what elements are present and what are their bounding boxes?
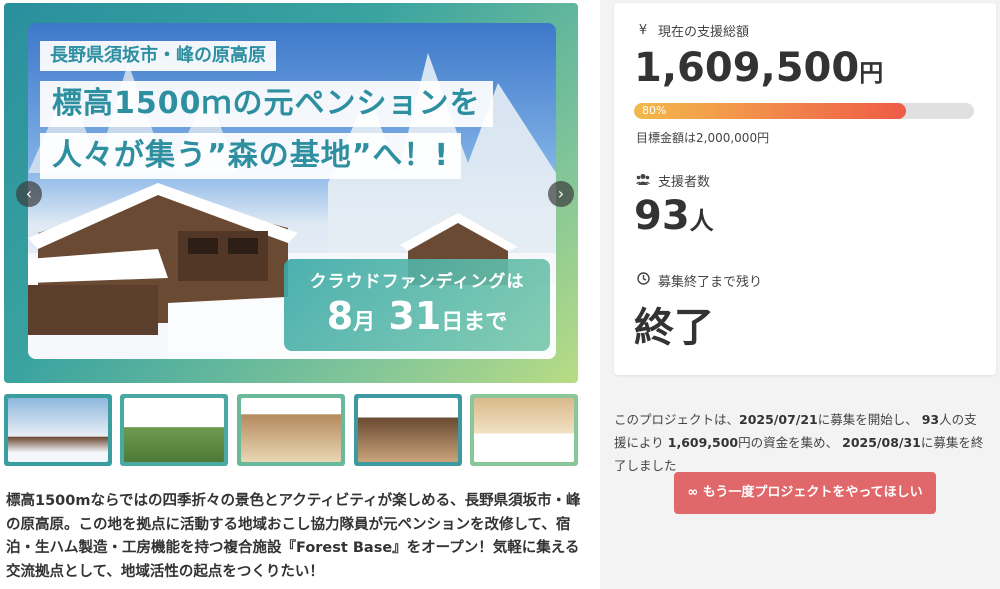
deadline-day-unit: 日まで xyxy=(441,310,508,335)
deadline-month-unit: 月 xyxy=(353,310,376,335)
funding-stats-panel: ¥ 現在の支援総額 1,609,500円 80% 目標金額は2,000,000円… xyxy=(614,3,996,375)
thumbnail-2[interactable] xyxy=(120,394,228,466)
thumbnail-5-image xyxy=(474,398,574,462)
request-again-label: もう一度プロジェクトをやってほしい xyxy=(702,485,923,500)
chevron-right-icon[interactable]: › xyxy=(548,181,574,207)
supporters-label-row: 支援者数 xyxy=(636,171,710,190)
hero-caption-location: 長野県須坂市・峰の原高原 xyxy=(40,41,276,71)
total-label: 現在の支援総額 xyxy=(658,25,750,40)
clock-icon xyxy=(636,272,650,289)
supporters-count-unit: 人 xyxy=(689,207,714,235)
summary-end-date: 2025/08/31 xyxy=(842,435,921,450)
project-main: 長野県須坂市・峰の原高原 標高1500ｍの元ペンションを 人々が集う”森の基地”… xyxy=(0,0,600,589)
total-label-row: ¥ 現在の支援総額 xyxy=(636,21,749,40)
thumbnail-1-image xyxy=(8,398,108,462)
progress-bar: 80% xyxy=(634,103,974,119)
total-amount: 1,609,500円 xyxy=(634,45,883,91)
chevron-left-icon[interactable]: ‹ xyxy=(16,181,42,207)
total-amount-value: 1,609,500 xyxy=(634,45,860,91)
thumbnail-3[interactable] xyxy=(237,394,345,466)
deadline-date: 8月 31日まで xyxy=(284,292,550,347)
thumbnail-2-image xyxy=(124,398,224,462)
thumbnail-3-image xyxy=(241,398,341,462)
remaining-label: 募集終了まで残り xyxy=(658,275,763,290)
hero-caption-headline-1: 標高1500ｍの元ペンションを xyxy=(40,81,493,127)
progress-bar-fill: 80% xyxy=(634,103,906,119)
thumbnail-strip xyxy=(4,394,578,466)
remaining-label-row: 募集終了まで残り xyxy=(636,271,762,290)
summary-text-1: このプロジェクトは、 xyxy=(614,412,740,427)
thumbnail-4[interactable] xyxy=(354,394,462,466)
deadline-day: 31 xyxy=(388,294,442,338)
yen-icon: ¥ xyxy=(638,23,648,38)
summary-text-2: に募集を開始し、 xyxy=(817,412,918,427)
users-icon xyxy=(636,173,650,189)
summary-amount: 1,609,500 xyxy=(667,435,739,450)
goal-amount: 目標金額は2,000,000円 xyxy=(636,131,770,145)
thumbnail-1[interactable] xyxy=(4,394,112,466)
summary-supporter-count: 93 xyxy=(921,412,940,427)
progress-percent: 80% xyxy=(642,104,667,117)
hero-caption-headline-2: 人々が集う”森の基地”へ！! xyxy=(40,133,462,179)
supporters-count-value: 93 xyxy=(634,193,690,239)
supporters-count: 93人 xyxy=(634,193,714,239)
deadline-month: 8 xyxy=(326,294,354,338)
hero-carousel[interactable]: 長野県須坂市・峰の原高原 標高1500ｍの元ペンションを 人々が集う”森の基地”… xyxy=(4,3,578,383)
infinity-icon: ∞ xyxy=(687,485,699,500)
remaining-value: 終了 xyxy=(634,305,714,351)
request-again-button[interactable]: ∞ もう一度プロジェクトをやってほしい xyxy=(674,472,936,514)
thumbnail-4-image xyxy=(358,398,458,462)
summary-start-date: 2025/07/21 xyxy=(739,412,818,427)
deadline-heading: クラウドファンディングは xyxy=(309,272,525,292)
total-amount-unit: 円 xyxy=(859,59,884,87)
summary-text-4: 円の資金を集め、 xyxy=(738,435,839,450)
project-description: 標高1500mならではの四季折々の景色とアクティビティが楽しめる、長野県須坂市・… xyxy=(6,493,581,580)
hero-deadline-badge: クラウドファンディングは 8月 31日まで xyxy=(284,259,550,351)
project-summary: このプロジェクトは、2025/07/21に募集を開始し、 93人の支援により 1… xyxy=(614,408,986,477)
supporters-label: 支援者数 xyxy=(658,175,711,190)
thumbnail-5[interactable] xyxy=(470,394,578,466)
